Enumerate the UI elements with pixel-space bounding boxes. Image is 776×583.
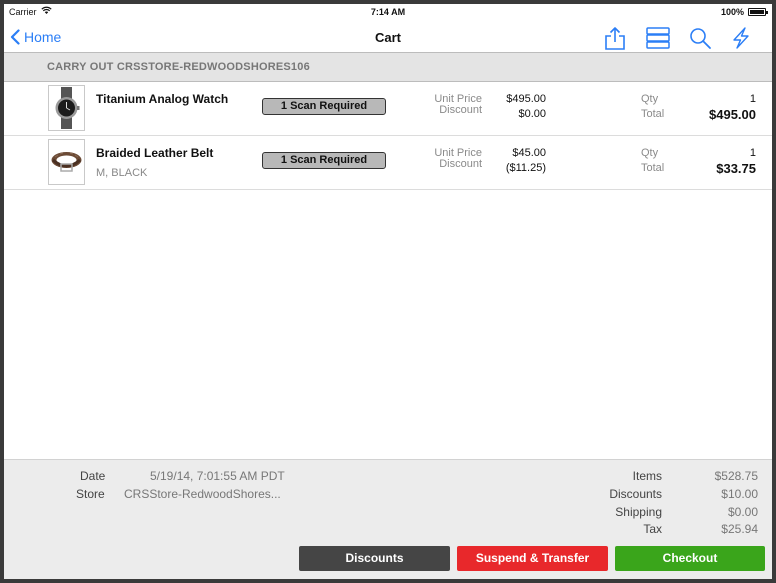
total-value: $495.00 bbox=[709, 107, 756, 122]
chevron-left-icon bbox=[10, 29, 20, 45]
items-value: $528.75 bbox=[714, 469, 758, 483]
discount-value: ($11.25) bbox=[505, 162, 546, 174]
qty-label: Qty bbox=[641, 93, 659, 105]
store-value: CRSStore-RedwoodShores... bbox=[124, 487, 281, 501]
list-icon[interactable] bbox=[644, 25, 672, 51]
share-icon[interactable] bbox=[602, 25, 628, 51]
back-button-label: Home bbox=[24, 29, 62, 45]
item-name: Titanium Analog Watch bbox=[96, 92, 229, 106]
checkout-button[interactable]: Checkout bbox=[615, 546, 765, 571]
navigation-bar: Home Cart bbox=[4, 22, 772, 52]
scan-required-button[interactable]: 1 Scan Required bbox=[262, 98, 386, 115]
belt-image bbox=[48, 139, 85, 185]
total-value: $33.75 bbox=[716, 161, 756, 176]
total-label: Total bbox=[641, 108, 665, 120]
discounts-value: $10.00 bbox=[721, 487, 758, 501]
cart-footer: Date 5/19/14, 7:01:55 AM PDT Store CRSSt… bbox=[4, 459, 772, 579]
suspend-transfer-button[interactable]: Suspend & Transfer bbox=[457, 546, 608, 571]
tax-value: $25.94 bbox=[721, 522, 758, 536]
discount-value: $0.00 bbox=[518, 108, 546, 120]
tax-label: Tax bbox=[643, 522, 662, 536]
total-label: Total bbox=[641, 162, 665, 174]
app-window: Carrier 7:14 AM 100% Home Cart CARRY OUT… bbox=[4, 4, 772, 579]
cart-item-row[interactable]: Titanium Analog Watch 1 Scan Required Un… bbox=[4, 82, 772, 136]
unit-price-value: $495.00 bbox=[506, 93, 546, 105]
cart-item-row[interactable]: Braided Leather Belt M, BLACK 1 Scan Req… bbox=[4, 136, 772, 190]
qty-value: 1 bbox=[749, 93, 756, 105]
battery-icon bbox=[748, 8, 768, 16]
scan-required-button[interactable]: 1 Scan Required bbox=[262, 152, 386, 169]
items-label: Items bbox=[632, 469, 662, 483]
back-button[interactable]: Home bbox=[10, 26, 61, 48]
watch-image bbox=[48, 85, 85, 131]
clock: 7:14 AM bbox=[370, 7, 406, 17]
item-name: Braided Leather Belt bbox=[96, 146, 214, 160]
section-header: CARRY OUT CRSSTORE-REDWOODSHORES106 bbox=[4, 52, 772, 82]
section-title: CARRY OUT CRSSTORE-REDWOODSHORES106 bbox=[47, 61, 310, 73]
date-value: 5/19/14, 7:01:55 AM PDT bbox=[150, 469, 285, 483]
qty-label: Qty bbox=[641, 147, 659, 159]
discounts-label: Discounts bbox=[609, 487, 662, 501]
item-variant: M, BLACK bbox=[96, 167, 148, 179]
shipping-value: $0.00 bbox=[727, 505, 758, 519]
lightning-icon[interactable] bbox=[728, 25, 754, 51]
status-bar: Carrier 7:14 AM 100% bbox=[4, 4, 772, 22]
store-label: Store bbox=[76, 487, 105, 501]
discounts-button[interactable]: Discounts bbox=[299, 546, 450, 571]
date-label: Date bbox=[80, 469, 106, 483]
qty-value: 1 bbox=[749, 147, 756, 159]
search-icon[interactable] bbox=[687, 25, 713, 51]
battery-percentage: 100% bbox=[720, 7, 744, 17]
shipping-label: Shipping bbox=[615, 505, 662, 519]
battery-level bbox=[750, 10, 764, 14]
unit-price-value: $45.00 bbox=[512, 147, 546, 159]
